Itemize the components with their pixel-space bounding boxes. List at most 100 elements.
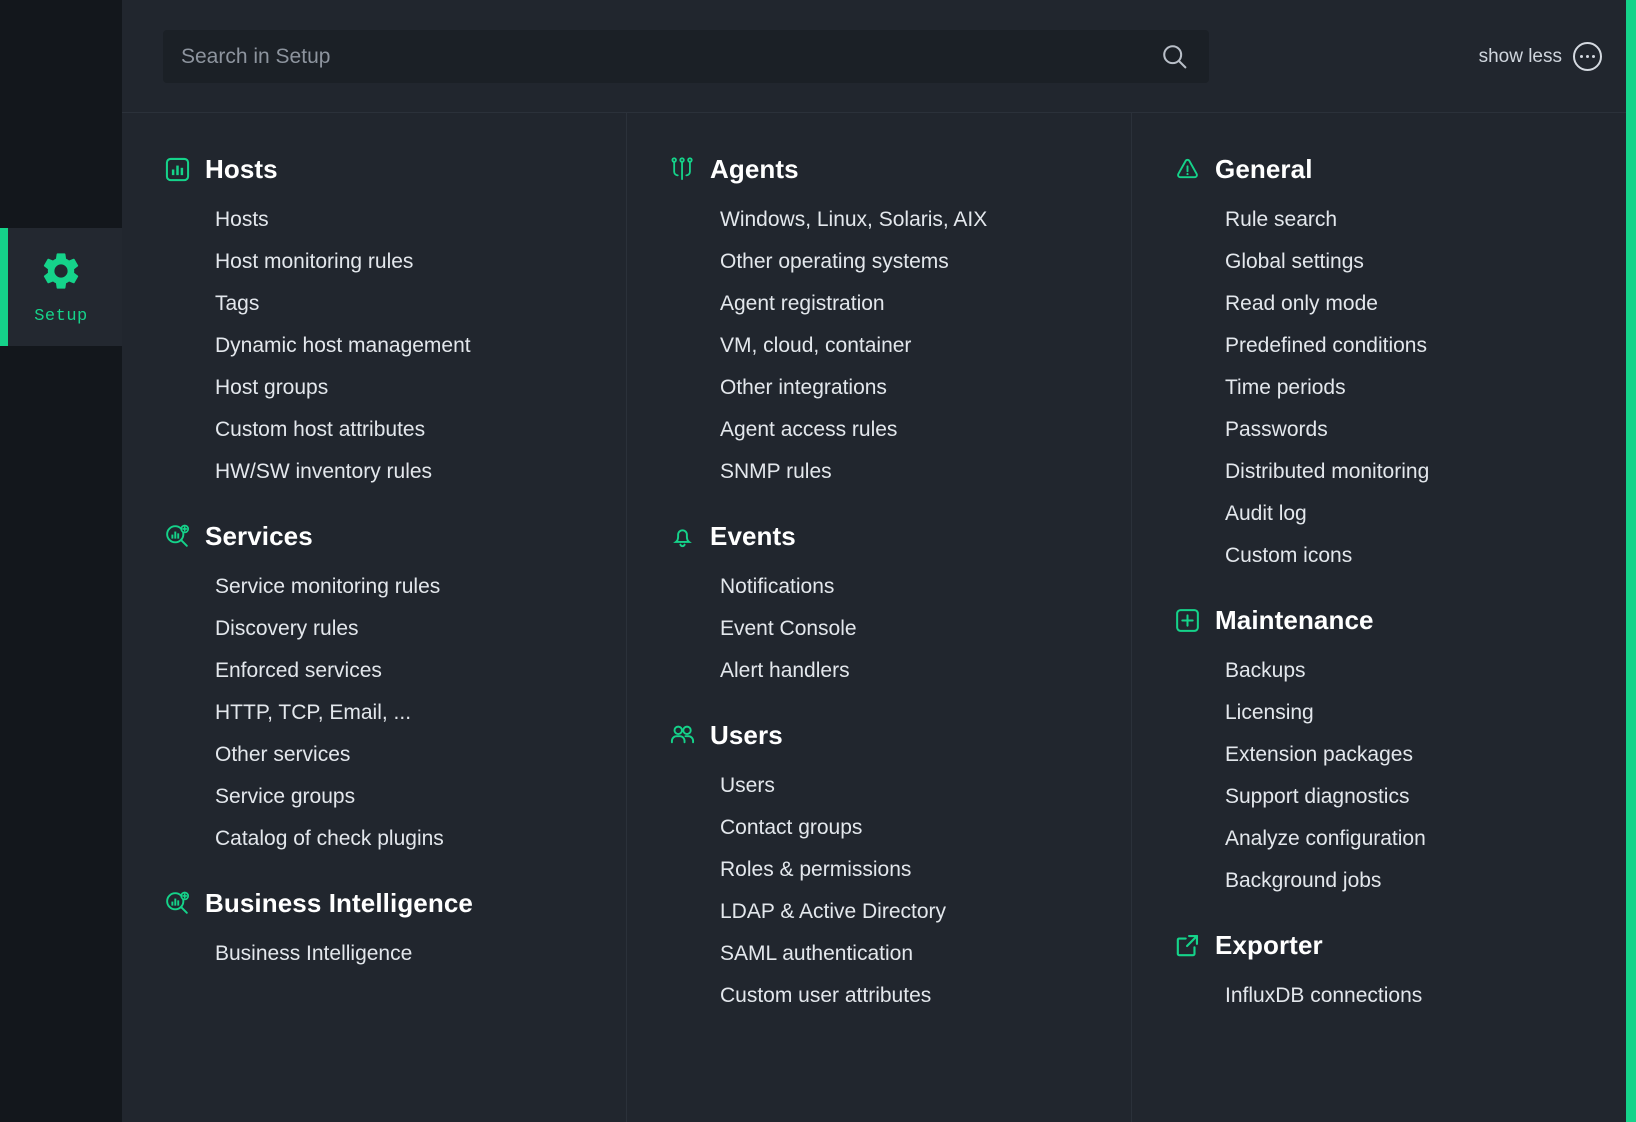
list-item[interactable]: VM, cloud, container xyxy=(720,325,1113,367)
list-item[interactable]: Contact groups xyxy=(720,807,1113,849)
topic-exporter: Exporter InfluxDB connections xyxy=(1173,930,1618,1017)
gear-icon xyxy=(39,249,83,298)
topic-general: General Rule search Global settings Read… xyxy=(1173,154,1618,577)
list-item[interactable]: Custom user attributes xyxy=(720,975,1113,1017)
list-item[interactable]: Other integrations xyxy=(720,367,1113,409)
topic-general-items: Rule search Global settings Read only mo… xyxy=(1173,199,1618,577)
topic-business-intelligence-items: Business Intelligence xyxy=(163,933,608,975)
topic-users-items: Users Contact groups Roles & permissions… xyxy=(668,765,1113,1017)
list-item[interactable]: Audit log xyxy=(1225,493,1618,535)
topic-title: Hosts xyxy=(205,154,278,184)
list-item[interactable]: Extension packages xyxy=(1225,734,1618,776)
show-less-toggle[interactable]: show less xyxy=(1479,42,1602,71)
topic-title: Agents xyxy=(710,154,799,184)
search-box[interactable] xyxy=(163,30,1209,83)
column-2: Agents Windows, Linux, Solaris, AIX Othe… xyxy=(626,113,1131,1122)
users-icon xyxy=(668,721,697,750)
list-item[interactable]: Service monitoring rules xyxy=(215,566,608,608)
right-accent-bar xyxy=(1626,0,1636,1122)
list-item[interactable]: Distributed monitoring xyxy=(1225,451,1618,493)
topic-title: General xyxy=(1215,154,1313,184)
column-1: Hosts Hosts Host monitoring rules Tags D… xyxy=(122,113,626,1122)
active-indicator xyxy=(0,228,8,346)
list-item[interactable]: HTTP, TCP, Email, ... xyxy=(215,692,608,734)
list-item[interactable]: Custom icons xyxy=(1225,535,1618,577)
external-link-icon xyxy=(1173,931,1202,960)
topic-users-header[interactable]: Users xyxy=(668,720,1113,751)
topic-business-intelligence-header[interactable]: Business Intelligence xyxy=(163,888,608,919)
topic-title: Services xyxy=(205,521,313,551)
list-item[interactable]: Backups xyxy=(1225,650,1618,692)
agents-pins-icon xyxy=(668,155,697,184)
list-item[interactable]: Passwords xyxy=(1225,409,1618,451)
topic-business-intelligence: Business Intelligence Business Intellige… xyxy=(163,888,608,975)
topic-services: Services Service monitoring rules Discov… xyxy=(163,521,608,860)
list-item[interactable]: Dynamic host management xyxy=(215,325,608,367)
ellipsis-circle-icon[interactable] xyxy=(1573,42,1602,71)
topic-events-header[interactable]: Events xyxy=(668,521,1113,552)
list-item[interactable]: Users xyxy=(720,765,1113,807)
topic-title: Maintenance xyxy=(1215,605,1374,635)
show-less-label: show less xyxy=(1478,45,1562,67)
topic-users: Users Users Contact groups Roles & permi… xyxy=(668,720,1113,1017)
topic-events: Events Notifications Event Console Alert… xyxy=(668,521,1113,692)
list-item[interactable]: Catalog of check plugins xyxy=(215,818,608,860)
list-item[interactable]: Windows, Linux, Solaris, AIX xyxy=(720,199,1113,241)
list-item[interactable]: Rule search xyxy=(1225,199,1618,241)
topic-general-header[interactable]: General xyxy=(1173,154,1618,185)
list-item[interactable]: Time periods xyxy=(1225,367,1618,409)
list-item[interactable]: Hosts xyxy=(215,199,608,241)
list-item[interactable]: LDAP & Active Directory xyxy=(720,891,1113,933)
topic-events-items: Notifications Event Console Alert handle… xyxy=(668,566,1113,692)
topic-maintenance-header[interactable]: Maintenance xyxy=(1173,605,1618,636)
search-input[interactable] xyxy=(181,44,1157,69)
list-item[interactable]: Licensing xyxy=(1225,692,1618,734)
topic-maintenance-items: Backups Licensing Extension packages Sup… xyxy=(1173,650,1618,902)
list-item[interactable]: Tags xyxy=(215,283,608,325)
bar-chart-box-icon xyxy=(163,155,192,184)
list-item[interactable]: Enforced services xyxy=(215,650,608,692)
list-item[interactable]: Support diagnostics xyxy=(1225,776,1618,818)
topic-agents-header[interactable]: Agents xyxy=(668,154,1113,185)
topic-hosts: Hosts Hosts Host monitoring rules Tags D… xyxy=(163,154,608,493)
list-item[interactable]: Analyze configuration xyxy=(1225,818,1618,860)
list-item[interactable]: Alert handlers xyxy=(720,650,1113,692)
list-item[interactable]: Other operating systems xyxy=(720,241,1113,283)
bell-icon xyxy=(668,522,697,551)
column-3: General Rule search Global settings Read… xyxy=(1131,113,1636,1122)
search-icon[interactable] xyxy=(1157,40,1191,74)
list-item[interactable]: Predefined conditions xyxy=(1225,325,1618,367)
setup-page: Setup show less xyxy=(0,0,1636,1122)
topic-hosts-header[interactable]: Hosts xyxy=(163,154,608,185)
list-item[interactable]: Agent registration xyxy=(720,283,1113,325)
list-item[interactable]: Host groups xyxy=(215,367,608,409)
service-discovery-icon xyxy=(163,522,192,551)
list-item[interactable]: Notifications xyxy=(720,566,1113,608)
list-item[interactable]: Event Console xyxy=(720,608,1113,650)
list-item[interactable]: Agent access rules xyxy=(720,409,1113,451)
toolbar: show less xyxy=(122,0,1636,113)
topic-maintenance: Maintenance Backups Licensing Extension … xyxy=(1173,605,1618,902)
list-item[interactable]: Discovery rules xyxy=(215,608,608,650)
list-item[interactable]: Roles & permissions xyxy=(720,849,1113,891)
plus-box-icon xyxy=(1173,606,1202,635)
warning-triangle-icon xyxy=(1173,155,1202,184)
list-item[interactable]: SAML authentication xyxy=(720,933,1113,975)
list-item[interactable]: Host monitoring rules xyxy=(215,241,608,283)
list-item[interactable]: InfluxDB connections xyxy=(1225,975,1618,1017)
topic-services-header[interactable]: Services xyxy=(163,521,608,552)
list-item[interactable]: Business Intelligence xyxy=(215,933,608,975)
list-item[interactable]: Background jobs xyxy=(1225,860,1618,902)
list-item[interactable]: Custom host attributes xyxy=(215,409,608,451)
sidebar-item-setup[interactable]: Setup xyxy=(0,228,122,346)
list-item[interactable]: HW/SW inventory rules xyxy=(215,451,608,493)
list-item[interactable]: Other services xyxy=(215,734,608,776)
list-item[interactable]: SNMP rules xyxy=(720,451,1113,493)
topic-agents: Agents Windows, Linux, Solaris, AIX Othe… xyxy=(668,154,1113,493)
topic-title: Exporter xyxy=(1215,930,1323,960)
sidebar-item-label: Setup xyxy=(34,306,88,326)
list-item[interactable]: Global settings xyxy=(1225,241,1618,283)
list-item[interactable]: Service groups xyxy=(215,776,608,818)
topic-exporter-header[interactable]: Exporter xyxy=(1173,930,1618,961)
list-item[interactable]: Read only mode xyxy=(1225,283,1618,325)
